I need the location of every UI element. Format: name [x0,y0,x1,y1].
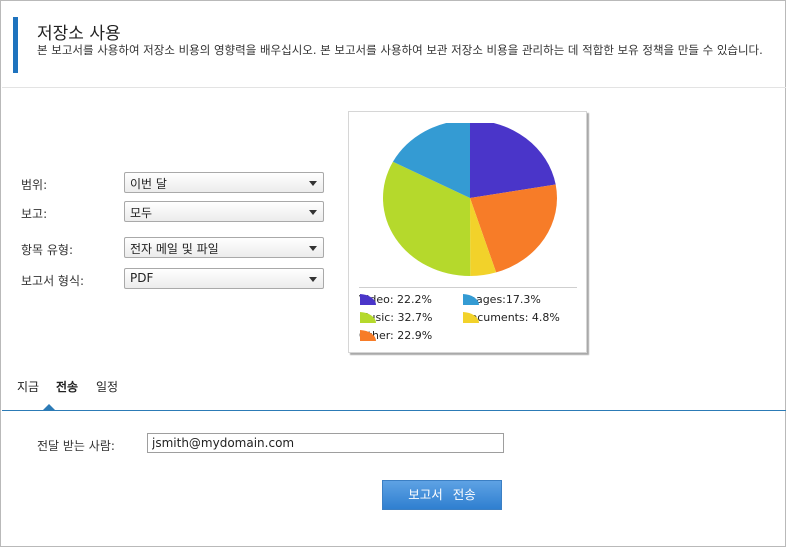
tab-send[interactable]: 전송 [56,378,78,395]
recipient-label: 전달 받는 사람: [37,439,115,453]
item-type-select[interactable]: 전자 메일 및 파일 [124,237,324,258]
tab-divider [2,410,786,411]
item-type-label: 항목 유형: [21,243,74,257]
send-report-button[interactable]: 보고서 전송 [382,480,502,510]
legend-item-music: Music: 32.7% [359,311,432,324]
report-window: 저장소 사용 본 보고서를 사용하여 저장소 비용의 영향력을 배우십시오. 본… [0,0,786,547]
legend-swatch-music [360,312,377,323]
legend-divider [359,287,577,288]
chevron-down-icon [309,210,317,215]
scope-select-value: 이번 달 [130,177,167,191]
page-title: 저장소 사용 [37,24,121,44]
recipient-email-input[interactable] [147,433,504,453]
legend-item-documents: Documents: 4.8% [462,311,560,324]
legend-swatch-video [360,294,377,305]
legend-swatch-documents [463,312,480,323]
legend-swatch-images [463,294,480,305]
tab-now[interactable]: 지금 [17,378,39,395]
format-label: 보고서 형식: [21,274,85,288]
report-label: 보고: [21,207,48,221]
pie-top-clip [349,112,586,123]
scope-label: 범위: [21,178,48,192]
format-select-value: PDF [130,271,154,285]
title-accent-bar [13,17,18,73]
pie-slice-video [470,120,556,198]
item-type-select-value: 전자 메일 및 파일 [130,242,219,256]
format-select[interactable]: PDF [124,268,324,289]
report-select-value: 모두 [130,206,153,220]
page-description: 본 보고서를 사용하여 저장소 비용의 영향력을 배우십시오. 본 보고서를 사… [37,43,763,57]
tab-schedule[interactable]: 일정 [96,378,118,395]
legend-item-images: Images:17.3% [462,293,541,306]
chevron-down-icon [309,277,317,282]
header-divider [2,87,786,88]
legend-item-video: Video: 22.2% [359,293,432,306]
chevron-down-icon [309,181,317,186]
legend-swatch-other [360,330,377,341]
chevron-down-icon [309,246,317,251]
legend-item-other: Other: 22.9% [359,329,432,342]
scope-select[interactable]: 이번 달 [124,172,324,193]
storage-pie-chart: Video: 22.2% Images:17.3% Music: 32.7% D… [348,111,587,353]
report-select[interactable]: 모두 [124,201,324,222]
